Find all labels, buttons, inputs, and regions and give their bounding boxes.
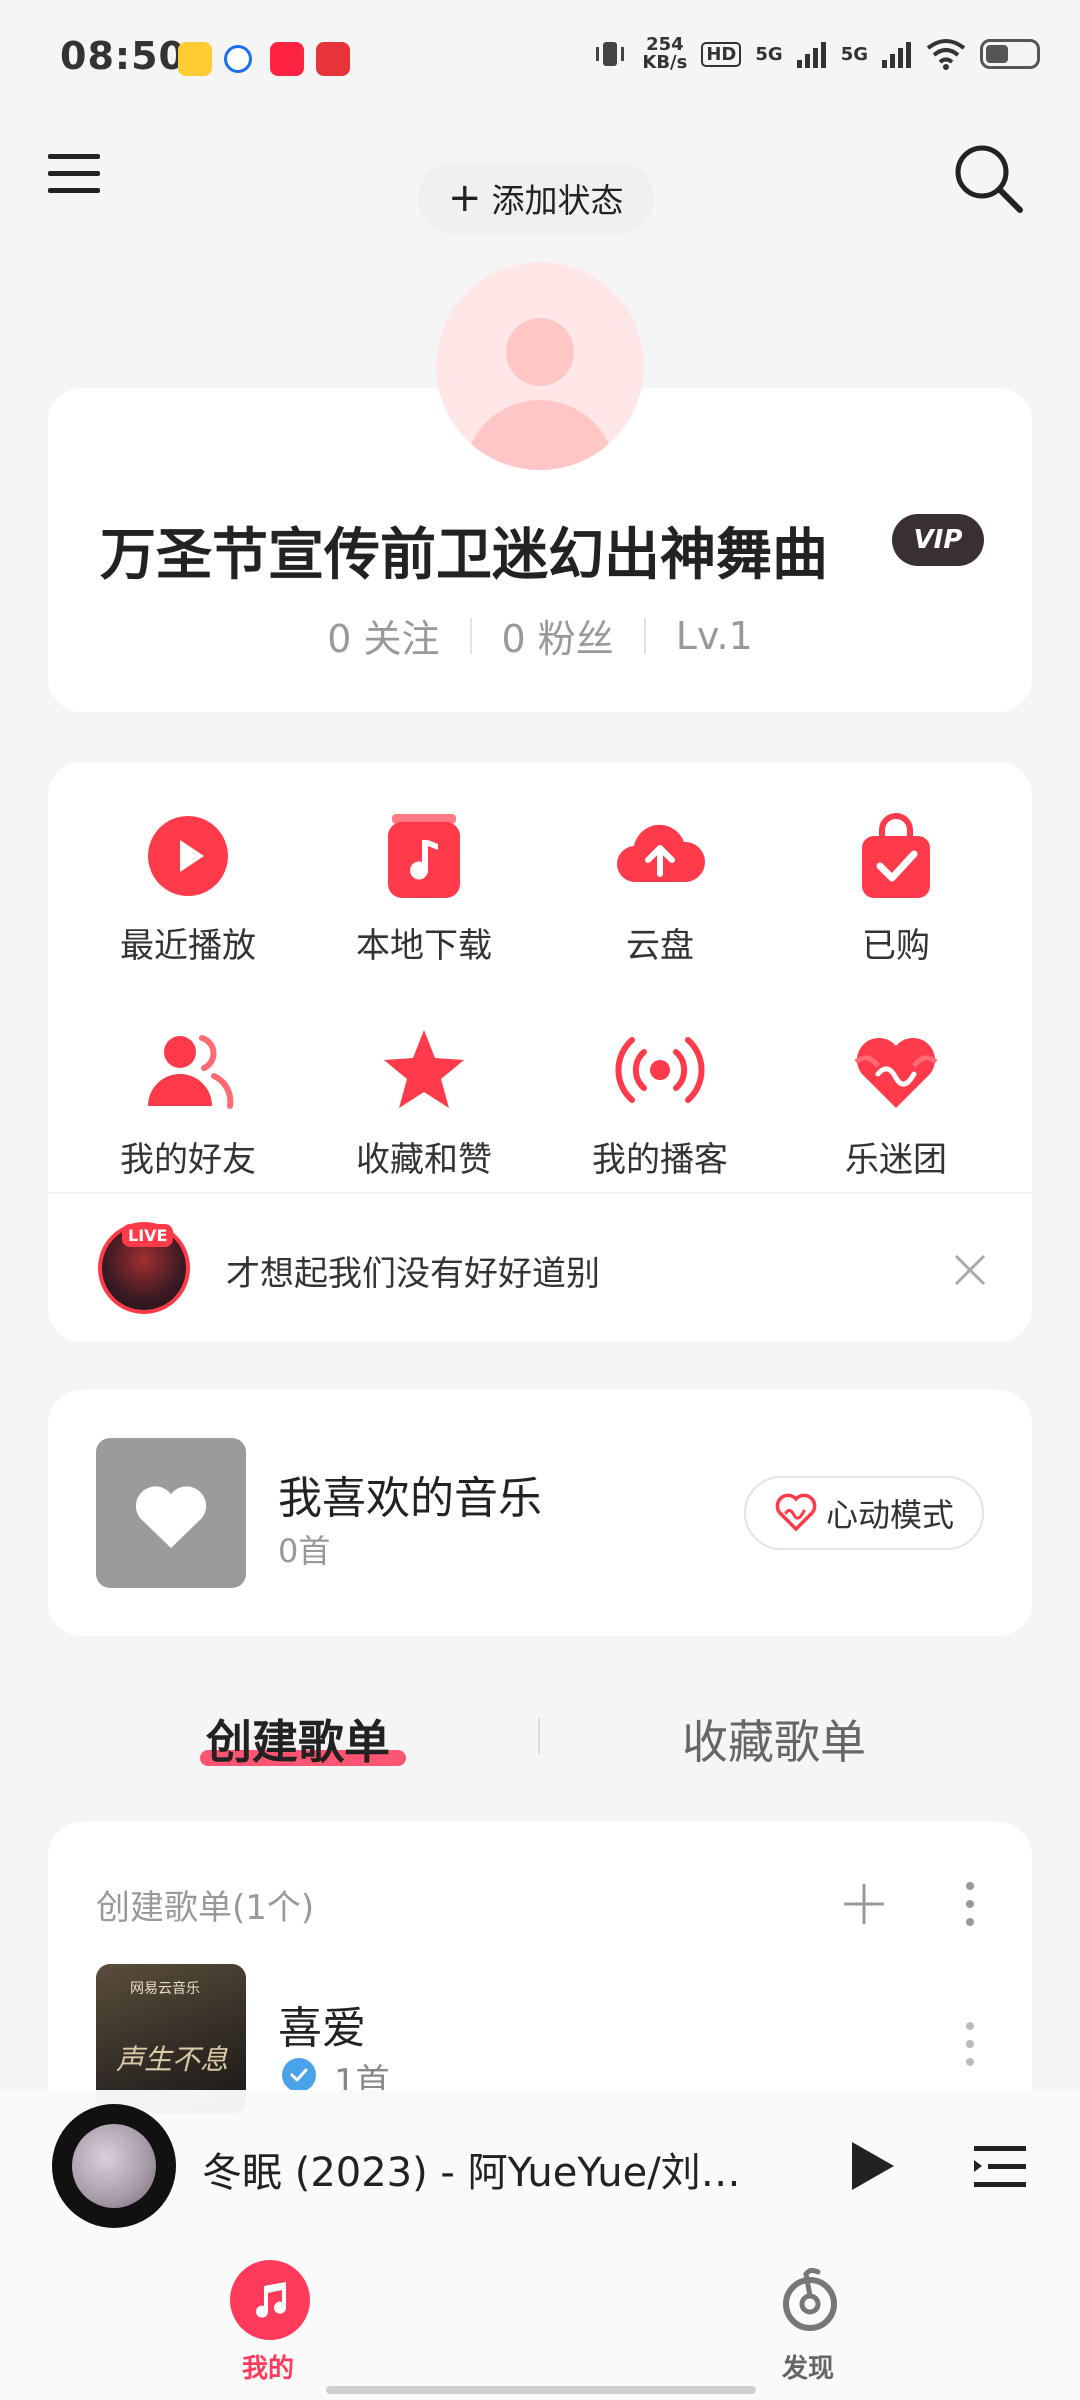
shopping-bag-icon [862, 813, 930, 898]
signal-bars-icon [882, 42, 911, 68]
username[interactable]: 万圣节宣传前卫迷幻出神舞曲 [100, 510, 828, 591]
following-count[interactable]: 0 关注 [327, 608, 439, 663]
check-icon [282, 2058, 316, 2092]
more-options-icon[interactable] [950, 1874, 990, 1934]
wifi-icon [926, 39, 966, 70]
divider [48, 1192, 1032, 1194]
mini-player-title[interactable]: 冬眠 (2023) - 阿YueYue/刘兆宇 [202, 2140, 762, 2198]
plus-icon: + [448, 175, 482, 221]
status-indicators: 254 KB/s HD 5G 5G [592, 36, 1040, 72]
grid-label: 我的播客 [592, 1140, 728, 1180]
grid-label: 我的好友 [120, 1140, 256, 1180]
star-icon [384, 1030, 464, 1108]
more-options-icon[interactable] [950, 2014, 990, 2074]
grid-label: 收藏和赞 [356, 1140, 492, 1180]
playlist-queue-icon[interactable] [968, 2134, 1032, 2198]
my-podcast-button[interactable]: 我的播客 [542, 1022, 778, 1181]
purchased-button[interactable]: 已购 [778, 808, 1014, 967]
signal-bars-icon [796, 42, 826, 68]
close-icon[interactable] [950, 1250, 990, 1290]
notification-app-icon [224, 45, 252, 73]
favorites-likes-button[interactable]: 收藏和赞 [306, 1022, 542, 1181]
grid-label: 最近播放 [120, 926, 256, 966]
heart-mode-label: 心动模式 [825, 1496, 954, 1534]
profile-stats: 0 关注 0 粉丝 Lv.1 [0, 608, 1080, 663]
playlist-title[interactable]: 喜爱 [278, 1992, 366, 2056]
divider [469, 617, 472, 654]
tab-collected-playlists[interactable]: 收藏歌单 [682, 1706, 866, 1772]
home-indicator[interactable] [326, 2386, 756, 2394]
heart-wave-icon [854, 1037, 938, 1108]
album-art [72, 2124, 156, 2208]
fan-club-button[interactable]: 乐迷团 [778, 1022, 1014, 1181]
music-file-icon [388, 814, 460, 898]
discover-icon[interactable] [770, 2260, 850, 2340]
add-status-button[interactable]: + 添加状态 [418, 162, 654, 234]
tab-created-playlists[interactable]: 创建歌单 [206, 1706, 390, 1772]
nav-mine-label[interactable]: 我的 [242, 2348, 294, 2385]
play-icon[interactable] [838, 2134, 902, 2198]
battery-icon [980, 39, 1040, 69]
nav-discover-label[interactable]: 发现 [782, 2348, 834, 2385]
divider [643, 617, 646, 654]
heart-wave-icon [775, 1493, 817, 1532]
signal-5g-2: 5G [840, 43, 868, 65]
notification-app-icon [270, 42, 304, 76]
heart-mode-button[interactable]: 心动模式 [744, 1476, 984, 1550]
nav-mine-icon[interactable] [230, 2260, 310, 2340]
heart-icon [135, 1486, 207, 1548]
my-friends-button[interactable]: 我的好友 [70, 1022, 306, 1181]
vibrate-icon [596, 42, 625, 66]
status-time: 08:50 [60, 34, 186, 78]
hd-indicator: HD [701, 41, 742, 67]
live-badge: LIVE [122, 1224, 174, 1247]
vip-badge[interactable]: VIP [892, 514, 984, 566]
friends-icon [148, 1035, 234, 1109]
grid-label: 本地下载 [356, 926, 492, 966]
play-circle-icon [148, 816, 228, 896]
avatar[interactable] [436, 262, 644, 470]
network-speed: 254 KB/s [642, 34, 688, 73]
menu-icon[interactable] [46, 146, 102, 202]
grid-label: 已购 [862, 926, 930, 966]
add-status-label: 添加状态 [491, 181, 624, 220]
grid-label: 乐迷团 [845, 1140, 947, 1180]
search-icon[interactable] [950, 140, 1026, 216]
playlist-section-header: 创建歌单(1个) [96, 1888, 315, 1928]
level-badge[interactable]: Lv.1 [676, 614, 753, 658]
music-note-icon [256, 2282, 286, 2318]
recent-play-button[interactable]: 最近播放 [70, 808, 306, 967]
cloud-drive-button[interactable]: 云盘 [542, 808, 778, 967]
followers-count[interactable]: 0 粉丝 [502, 608, 614, 663]
signal-5g-1: 5G [755, 43, 783, 65]
liked-music-cover[interactable] [96, 1438, 246, 1588]
broadcast-icon [615, 1037, 705, 1103]
divider [538, 1718, 540, 1754]
cloud-upload-icon [616, 824, 706, 883]
local-download-button[interactable]: 本地下载 [306, 808, 542, 967]
liked-music-title[interactable]: 我喜欢的音乐 [278, 1462, 542, 1526]
live-banner-text[interactable]: 才想起我们没有好好道别 [226, 1246, 600, 1295]
notification-app-icon [178, 42, 212, 76]
notification-app-icon [316, 42, 350, 76]
liked-music-count: 0首 [278, 1532, 331, 1570]
add-playlist-icon[interactable] [840, 1880, 888, 1928]
grid-label: 云盘 [626, 926, 694, 966]
